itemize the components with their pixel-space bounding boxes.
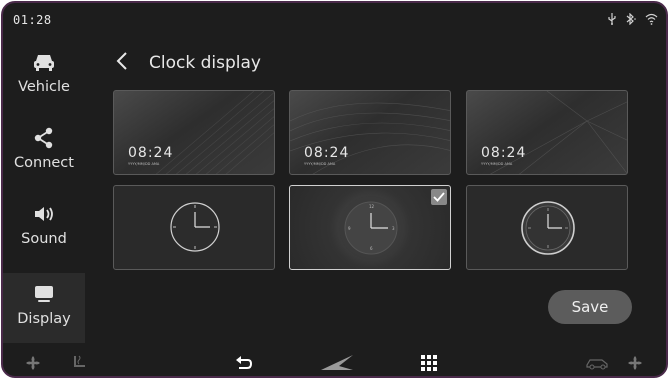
sidebar-item-label: Vehicle — [18, 79, 70, 95]
save-button[interactable]: Save — [548, 290, 632, 324]
date-format-text: YYYY/MM/DD AMA — [481, 162, 513, 166]
screen: 01:28 Vehicle Connect Sound Display Cloc… — [1, 1, 668, 378]
date-format-text: YYYY/MM/DD AMA — [128, 162, 160, 166]
clock-style-analog-3[interactable] — [466, 185, 628, 270]
sidebar-item-label: Connect — [14, 155, 74, 171]
selected-check-icon — [431, 189, 447, 205]
clock-style-digital-3[interactable]: 08:24 YYYY/MM/DD AMA — [466, 90, 628, 175]
svg-text:12: 12 — [369, 204, 375, 209]
sidebar-item-display[interactable]: Display — [3, 273, 85, 343]
clock-time-text: 08:24 — [304, 145, 350, 161]
seat-heat-icon[interactable] — [69, 353, 89, 373]
speaker-icon — [3, 203, 85, 227]
sidebar-item-label: Sound — [21, 231, 67, 247]
clock-style-digital-2[interactable]: 08:24 YYYY/MM/DD AMA — [289, 90, 451, 175]
clock-time-text: 08:24 — [128, 145, 174, 161]
fan-icon[interactable] — [25, 353, 41, 373]
usb-icon — [607, 13, 617, 28]
share-icon — [3, 127, 85, 151]
analog-clock-icon — [521, 201, 575, 255]
page-title: Clock display — [149, 53, 261, 73]
clock-style-digital-1[interactable]: 08:24 YYYY/MM/DD AMA — [113, 90, 275, 175]
sidebar-item-connect[interactable]: Connect — [3, 117, 85, 187]
sidebar: Vehicle Connect Sound Display — [3, 37, 85, 347]
clock-time-text: 08:24 — [481, 145, 527, 161]
apps-grid-icon[interactable] — [421, 353, 437, 373]
sidebar-item-vehicle[interactable]: Vehicle — [3, 41, 85, 111]
back-button[interactable] — [109, 48, 135, 78]
bluetooth-icon — [625, 12, 637, 28]
header: Clock display — [109, 43, 261, 83]
status-bar: 01:28 — [3, 3, 666, 37]
status-time: 01:28 — [13, 13, 52, 27]
home-logo-icon[interactable] — [319, 353, 355, 373]
monitor-icon — [3, 283, 85, 307]
clock-style-analog-2[interactable]: 12 3 6 9 — [289, 185, 451, 270]
car-outline-icon[interactable] — [585, 353, 609, 373]
status-icons — [607, 12, 658, 28]
chevron-left-icon — [115, 51, 129, 75]
clock-style-analog-1[interactable] — [113, 185, 275, 270]
car-icon — [3, 51, 85, 75]
sidebar-item-sound[interactable]: Sound — [3, 193, 85, 263]
sidebar-item-label: Display — [17, 311, 71, 327]
back-icon[interactable] — [235, 353, 253, 373]
bottom-bar — [3, 347, 666, 376]
date-format-text: YYYY/MM/DD AMA — [304, 162, 336, 166]
analog-clock-icon — [170, 202, 220, 252]
wifi-icon — [645, 13, 658, 28]
analog-clock-icon: 12369 — [339, 196, 403, 260]
fan-icon[interactable] — [627, 353, 643, 373]
